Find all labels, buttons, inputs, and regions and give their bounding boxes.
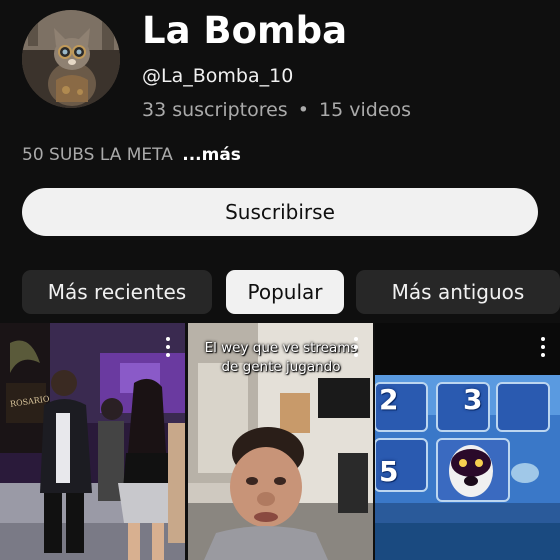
chip-oldest[interactable]: Más antiguos [356,270,560,314]
channel-stats: 33 suscriptores • 15 videos [142,97,411,123]
description-more-link[interactable]: ...más [182,145,241,165]
game-scene-image [375,323,560,560]
card-number: 5 [379,455,399,488]
card-number: 3 [463,383,483,416]
more-options-icon[interactable] [165,337,171,357]
short-thumbnail[interactable]: El wey que ve streams de gente jugando [188,323,373,560]
shorts-grid: ROSARIO El wey que ve streams de gente j… [0,323,560,560]
subscribe-button[interactable]: Suscribirse [22,188,538,236]
channel-description[interactable]: 50 SUBS LA META ...más [22,143,241,167]
more-options-icon[interactable] [540,337,546,357]
sort-chips: Más recientes Popular Más antiguos [22,270,560,314]
subscriber-count: 33 suscriptores [142,99,288,121]
channel-avatar[interactable] [22,10,120,108]
video-count: 15 videos [319,99,412,121]
more-options-icon[interactable] [353,337,359,357]
chip-most-recent[interactable]: Más recientes [22,270,212,314]
short-thumbnail[interactable]: 2 3 5 [375,323,560,560]
channel-name: La Bomba [142,9,348,52]
chip-popular[interactable]: Popular [226,270,344,314]
stats-separator: • [297,99,309,121]
short-thumbnail[interactable]: ROSARIO [0,323,185,560]
video-caption: El wey que ve streams de gente jugando [204,340,358,375]
card-number: 2 [379,383,399,416]
avatar-cat-image [22,10,120,108]
channel-page: La Bomba @La_Bomba_10 33 suscriptores • … [0,0,560,560]
party-scene-image [0,323,185,560]
description-text: 50 SUBS LA META [22,145,173,165]
channel-handle: @La_Bomba_10 [142,65,294,87]
